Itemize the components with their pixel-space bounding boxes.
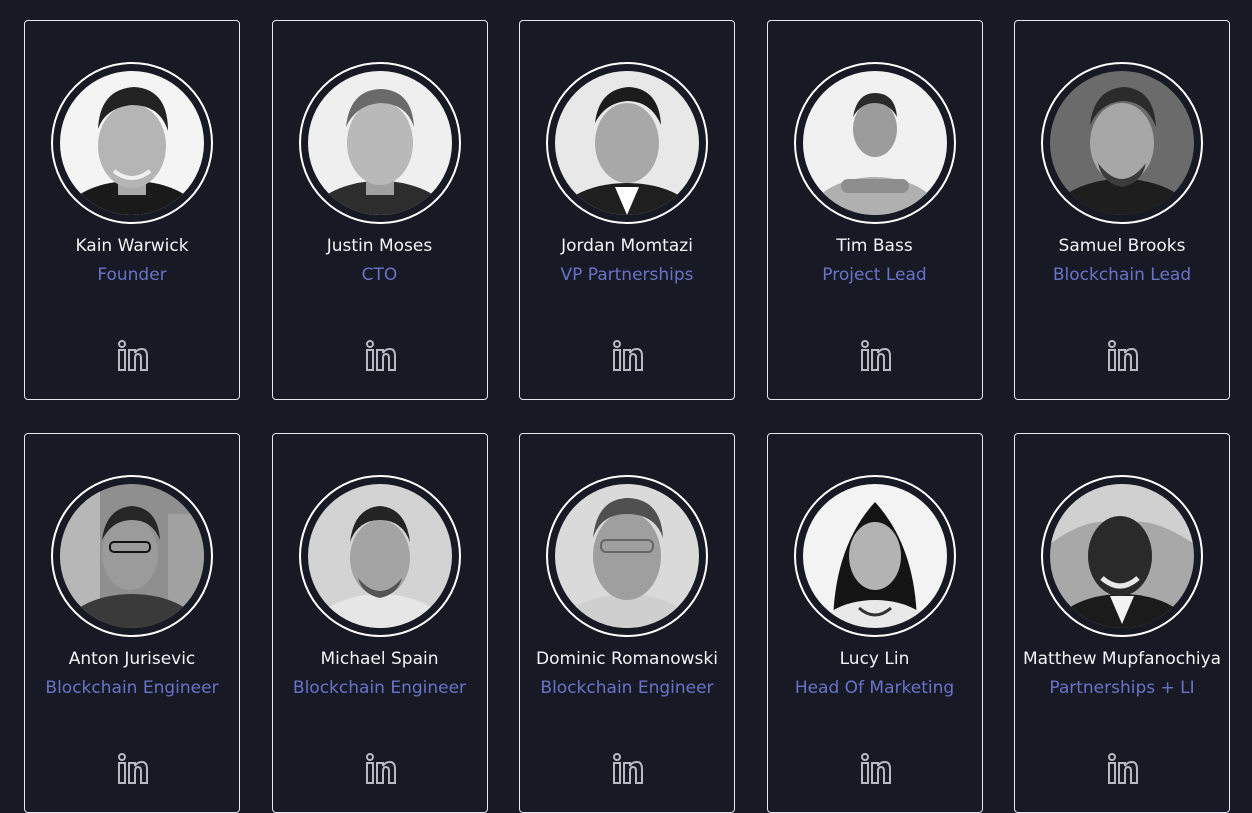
linkedin-icon[interactable] [116,339,150,373]
member-name: Matthew Mupfanochiya [1022,649,1222,669]
linkedin-icon[interactable] [364,339,398,373]
linkedin-icon[interactable] [859,339,893,373]
avatar [793,475,956,637]
linkedin-icon[interactable] [1106,339,1140,373]
team-member-card: Justin Moses CTO [271,20,488,400]
member-role: VP Partnerships [560,265,694,285]
avatar [793,62,956,224]
avatar [1041,62,1203,224]
avatar [51,62,213,224]
member-role: Project Lead [822,265,927,285]
member-role: Founder [97,265,167,285]
team-member-card: Matthew Mupfanochiya Partnerships + LI [1014,433,1230,813]
member-role: Blockchain Lead [1052,265,1192,285]
team-member-card: Anton Jurisevic Blockchain Engineer [24,433,240,813]
member-name: Anton Jurisevic [68,649,196,669]
linkedin-icon[interactable] [611,752,645,786]
linkedin-icon[interactable] [364,752,398,786]
linkedin-icon[interactable] [1106,752,1140,786]
avatar [298,475,461,637]
member-name: Dominic Romanowski [536,649,718,669]
member-name: Justin Moses [326,236,433,256]
team-member-card: Kain Warwick Founder [24,20,240,400]
profile-photo [1050,71,1194,215]
profile-photo [802,71,947,215]
avatar [546,62,708,224]
team-member-card: Lucy Lin Head Of Marketing [766,433,983,813]
team-member-card: Michael Spain Blockchain Engineer [271,433,488,813]
avatar [1041,475,1203,637]
profile-photo [60,484,204,628]
team-grid: Kain Warwick Founder Justin Moses CTO Jo… [24,20,1230,813]
team-member-card: Jordan Momtazi VP Partnerships [519,20,735,400]
member-name: Michael Spain [320,649,439,669]
member-role: Blockchain Engineer [45,678,219,698]
profile-photo [555,71,699,215]
member-role: Partnerships + LI [1049,678,1195,698]
avatar [546,475,708,637]
linkedin-icon[interactable] [116,752,150,786]
profile-photo [555,484,699,628]
avatar [298,62,461,224]
member-role: Blockchain Engineer [540,678,714,698]
member-name: Lucy Lin [839,649,910,669]
member-role: Head Of Marketing [794,678,955,698]
avatar [51,475,213,637]
member-role: Blockchain Engineer [292,678,467,698]
member-name: Kain Warwick [75,236,189,256]
team-member-card: Dominic Romanowski Blockchain Engineer [519,433,735,813]
linkedin-icon[interactable] [859,752,893,786]
profile-photo [307,71,452,215]
member-role: CTO [361,265,398,285]
member-name: Tim Bass [836,236,913,256]
linkedin-icon[interactable] [611,339,645,373]
member-name: Samuel Brooks [1058,236,1186,256]
profile-photo [307,484,452,628]
member-name: Jordan Momtazi [561,236,693,256]
profile-photo [1050,484,1194,628]
profile-photo [60,71,204,215]
team-member-card: Samuel Brooks Blockchain Lead [1014,20,1230,400]
profile-photo [802,484,947,628]
team-member-card: Tim Bass Project Lead [766,20,983,400]
